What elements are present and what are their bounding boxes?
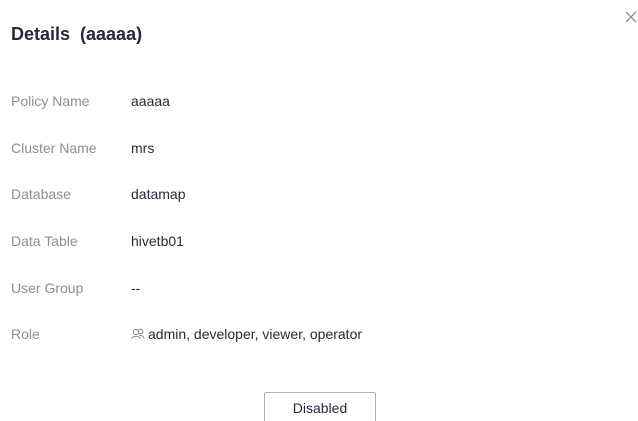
role-value: admin, developer, viewer, operator bbox=[148, 326, 363, 342]
role-label: Role bbox=[11, 326, 40, 342]
user-group-value: -- bbox=[131, 280, 141, 296]
data-table-label: Data Table bbox=[11, 233, 78, 249]
policy-name-value: aaaaa bbox=[131, 93, 170, 109]
close-icon[interactable] bbox=[624, 10, 638, 24]
role-group-icon bbox=[131, 327, 145, 341]
cluster-name-label: Cluster Name bbox=[11, 140, 97, 156]
cluster-name-value: mrs bbox=[131, 140, 155, 156]
disabled-button[interactable]: Disabled bbox=[264, 392, 376, 421]
role-value-container: admin, developer, viewer, operator bbox=[131, 324, 362, 344]
details-dialog: Details (aaaaa) Policy Name aaaaa Cluste… bbox=[0, 0, 638, 421]
database-label: Database bbox=[11, 186, 71, 202]
policy-name-label: Policy Name bbox=[11, 93, 90, 109]
data-table-value: hivetb01 bbox=[131, 233, 184, 249]
user-group-label: User Group bbox=[11, 280, 84, 296]
dialog-title: Details (aaaaa) bbox=[11, 24, 143, 44]
database-value: datamap bbox=[131, 186, 186, 202]
